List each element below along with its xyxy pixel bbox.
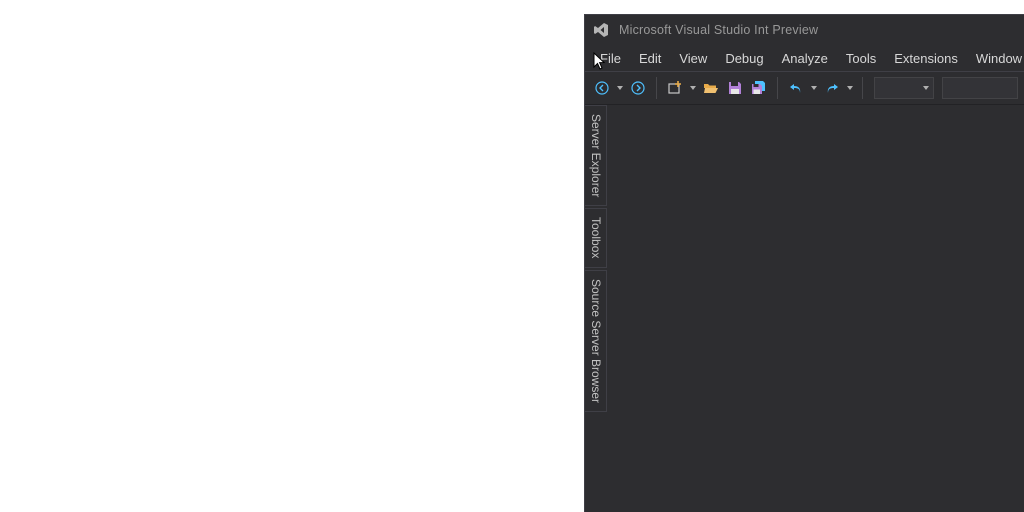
toolbar-separator <box>862 77 863 99</box>
menu-debug[interactable]: Debug <box>716 48 772 69</box>
toolbar-separator <box>777 77 778 99</box>
search-input[interactable] <box>942 77 1018 99</box>
save-button[interactable] <box>724 77 746 99</box>
open-file-button[interactable] <box>700 77 722 99</box>
vs-logo-icon <box>593 22 609 38</box>
menu-tools[interactable]: Tools <box>837 48 885 69</box>
editor-area <box>607 105 1024 512</box>
redo-dropdown[interactable] <box>845 77 855 99</box>
chevron-down-icon <box>690 86 696 90</box>
menu-window[interactable]: Window <box>967 48 1024 69</box>
nav-back-dropdown[interactable] <box>615 77 625 99</box>
sidetab-source-server-browser[interactable]: Source Server Browser <box>585 270 607 412</box>
workspace: Server Explorer Toolbox Source Server Br… <box>585 105 1024 512</box>
chevron-down-icon <box>923 86 929 90</box>
menu-file[interactable]: File <box>591 48 630 69</box>
sidetab-server-explorer[interactable]: Server Explorer <box>585 105 607 206</box>
menu-extensions[interactable]: Extensions <box>885 48 967 69</box>
vs-window: Microsoft Visual Studio Int Preview File… <box>584 14 1024 512</box>
undo-button[interactable] <box>785 77 807 99</box>
save-icon <box>728 81 742 95</box>
redo-icon <box>825 81 839 95</box>
toolbar-separator <box>656 77 657 99</box>
chevron-down-icon <box>617 86 623 90</box>
menu-edit[interactable]: Edit <box>630 48 670 69</box>
menu-view[interactable]: View <box>670 48 716 69</box>
undo-icon <box>789 81 803 95</box>
redo-button[interactable] <box>821 77 843 99</box>
sidetab-toolbox[interactable]: Toolbox <box>585 208 607 267</box>
nav-back-button[interactable] <box>591 77 613 99</box>
app-title: Microsoft Visual Studio Int Preview <box>619 23 818 37</box>
save-all-button[interactable] <box>748 77 770 99</box>
menu-analyze[interactable]: Analyze <box>773 48 837 69</box>
menubar: File Edit View Debug Analyze Tools Exten… <box>585 45 1024 71</box>
chevron-down-icon <box>847 86 853 90</box>
chevron-down-icon <box>811 86 817 90</box>
side-tabs: Server Explorer Toolbox Source Server Br… <box>585 105 607 512</box>
save-all-icon <box>751 80 767 96</box>
new-project-dropdown[interactable] <box>688 77 698 99</box>
titlebar: Microsoft Visual Studio Int Preview <box>585 15 1024 45</box>
nav-back-icon <box>595 81 609 95</box>
new-project-icon <box>667 80 683 96</box>
nav-forward-icon <box>631 81 645 95</box>
new-project-button[interactable] <box>664 77 686 99</box>
undo-dropdown[interactable] <box>809 77 819 99</box>
toolbar <box>585 71 1024 105</box>
nav-forward-button[interactable] <box>627 77 649 99</box>
open-folder-icon <box>703 80 719 96</box>
solution-config-combo[interactable] <box>874 77 934 99</box>
